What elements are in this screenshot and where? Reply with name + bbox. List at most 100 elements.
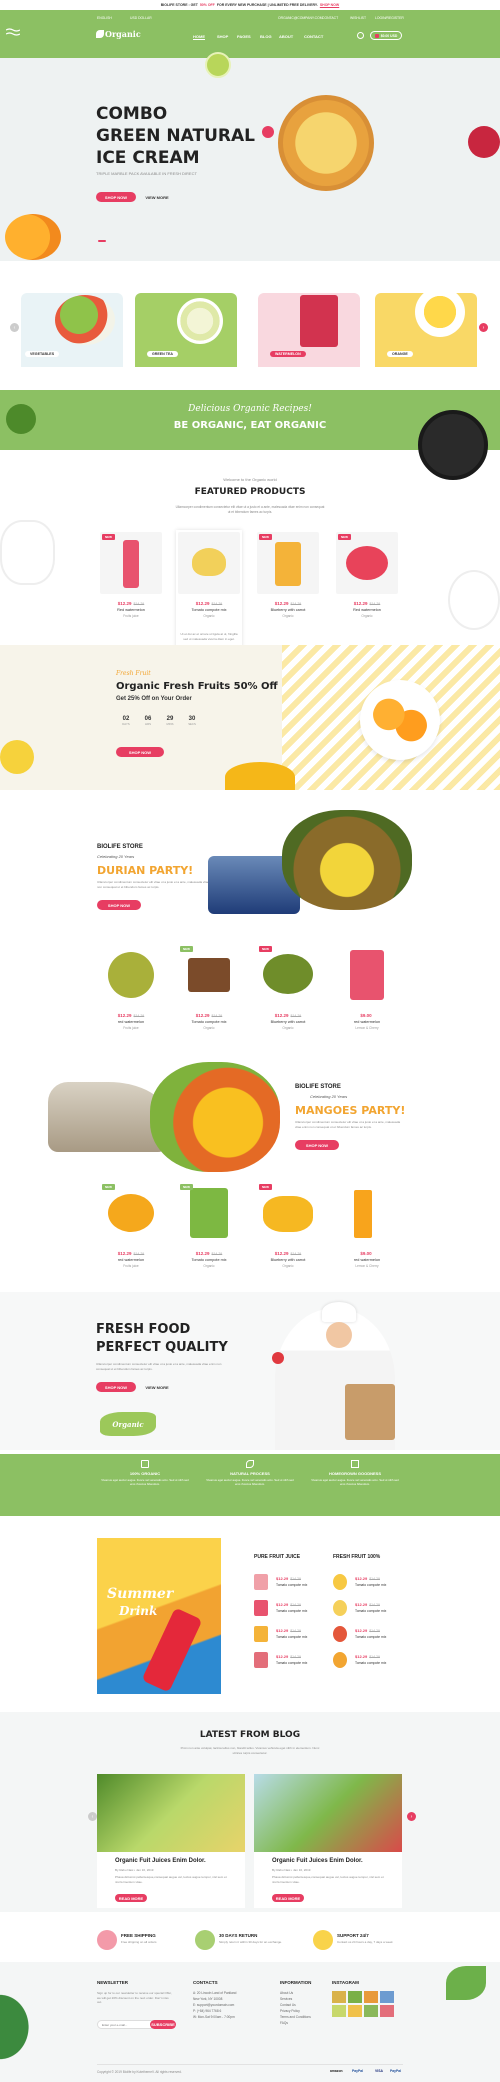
category-next-arrow[interactable]: › [479,323,488,332]
juice-item-name: Tomato compote mix [276,1635,308,1639]
mango-shop-button[interactable]: SHOP NOW [295,1140,339,1150]
product-card[interactable]: NEW $12.29 $14.29 Blueberry with carrot O… [255,942,321,1064]
product-card[interactable]: NEW $12.29 $14.29 Blueberry with carrot O… [255,1180,321,1302]
chef-grocery-bag [345,1384,395,1440]
fruit-item[interactable]: $12.29 $14.29 Tomato compote mix [333,1572,421,1592]
topbar-email[interactable]: ORGANIC@COMPANY.COM [278,16,323,20]
info-services[interactable]: Services [280,1997,292,2001]
announce-shop-link[interactable]: SHOP NOW [320,3,339,7]
product-name[interactable]: Red watermelon [334,608,400,612]
instagram-photo[interactable] [332,1991,346,2003]
hero-shop-button[interactable]: SHOP NOW [96,192,136,202]
service-title: FREE SHIPPING [121,1933,156,1938]
featured-desc: Ullamcorper condimentum consectetur elit… [175,505,325,514]
juice-banner[interactable]: Summer Drink [97,1538,221,1694]
nav-shop[interactable]: SHOP [217,34,228,39]
newsletter-subscribe-button[interactable]: SUBSCRIBE [150,2020,176,2029]
product-card[interactable]: NEW $12.29 $14.29 Red watermelon Organic [334,530,400,652]
fruit-item[interactable]: $12.29 $14.29 Tomato compote mix [333,1650,421,1670]
menu-toggle-icon[interactable] [5,28,21,36]
instagram-photo[interactable] [380,1991,394,2003]
product-card[interactable]: $12.29 $14.29 red watermelon Fruits juice [98,942,164,1064]
juice-item[interactable]: $12.29 $14.29 Tomato compote mix [254,1572,342,1592]
product-name[interactable]: red watermelon [334,1020,400,1024]
nav-contact[interactable]: CONTACT [304,34,323,39]
instagram-photo[interactable] [364,2005,378,2017]
blog-read-more[interactable]: READ MORE [272,1894,304,1902]
fruit-item[interactable]: $12.29 $14.29 Tomato compote mix [333,1624,421,1644]
instagram-photo[interactable] [348,1991,362,2003]
fresh-shop-button[interactable]: SHOP NOW [96,1382,136,1392]
product-name[interactable]: Blueberry with carrot [255,608,321,612]
product-card[interactable]: NEW $12.29 $14.29 Tomato compote mix Orga… [176,1180,242,1302]
topbar-language[interactable]: ENGLISH [97,16,112,20]
product-card[interactable]: $9.00 red watermelon Lemon & Cherry [334,1180,400,1302]
category-card-orange[interactable]: ORANGE [375,287,477,367]
search-icon[interactable] [357,32,364,39]
newsletter-desc: Sign up for to our newsletter to receive… [97,1991,172,2004]
blog-next-arrow[interactable]: › [407,1812,416,1821]
juice-item[interactable]: $12.29 $14.29 Tomato compote mix [254,1624,342,1644]
blog-card[interactable]: Organic Fuit Juices Enim Dolor. By Rabu … [254,1774,402,1908]
product-name[interactable]: red watermelon [98,1258,164,1262]
fresh-view-button[interactable]: VIEW MORE [140,1382,174,1392]
product-card[interactable]: NEW $12.29 $14.29 Blueberry with carrot O… [255,530,321,652]
contact-phone[interactable]: P: (+84) 964 7768 6 [193,2009,221,2013]
category-card-vegetables[interactable]: VEGETABLES [21,293,123,367]
info-title: INFORMATION [280,1980,312,1985]
product-name[interactable]: red watermelon [334,1258,400,1262]
category-card-green-tea[interactable]: GREEN TEA [135,293,237,367]
contact-email[interactable]: E: support@yourdomain.com [193,2003,234,2007]
topbar-login[interactable]: LOGIN/REGISTER [375,16,404,20]
promo-shop-button[interactable]: SHOP NOW [116,747,164,757]
category-card-watermelon[interactable]: WATERMELON [258,293,360,367]
product-name[interactable]: Tomato compote mix [176,1258,242,1262]
product-name[interactable]: Blueberry with carrot [255,1020,321,1024]
product-name[interactable]: Tomato compote mix [176,1020,242,1024]
product-name[interactable]: red watermelon [98,1020,164,1024]
nav-pages[interactable]: PAGES [237,34,251,39]
nav-home[interactable]: HOME [193,34,205,40]
info-contact[interactable]: Contact Us [280,2003,296,2007]
durian-shop-button[interactable]: SHOP NOW [97,900,141,910]
info-faqs[interactable]: FAQs [280,2021,288,2025]
blog-post-title[interactable]: Organic Fuit Juices Enim Dolor. [115,1858,206,1864]
service-support: SUPPORT 24/7 Contact us 24 hours a day, … [313,1930,423,1950]
product-card[interactable]: NEW $12.29 $14.29 red watermelon Fruits j… [98,1180,164,1302]
nav-about[interactable]: ABOUT [279,34,293,39]
blog-post-title[interactable]: Organic Fuit Juices Enim Dolor. [272,1858,363,1864]
product-card[interactable]: NEW $12.29 $14.29 Tomato compote mix Orga… [176,942,242,1064]
topbar-contact[interactable]: CONTACT [322,16,338,20]
product-name[interactable]: Tomato compote mix [176,608,242,612]
hero-slide-indicator[interactable] [98,240,106,242]
topbar-currency[interactable]: USD DOLLAR [130,16,152,20]
cart-button[interactable]: $0.00 USD [370,31,402,40]
info-privacy[interactable]: Privacy Policy [280,2009,300,2013]
countdown-label: MINS [166,722,174,726]
info-terms[interactable]: Terms and Conditions [280,2015,311,2019]
product-card[interactable]: NEW $12.29 $14.29 Red watermelon Fruits j… [98,530,164,652]
product-card[interactable]: $9.00 red watermelon Lemon & Cherry [334,942,400,1064]
juice-item-price: $12.29 $14.29 [276,1628,301,1633]
blog-read-more[interactable]: READ MORE [115,1894,147,1902]
instagram-photo[interactable] [364,1991,378,2003]
juice-item[interactable]: $12.29 $14.29 Tomato compote mix [254,1598,342,1618]
juice-item-price: $12.29 $14.29 [276,1602,301,1607]
juice-item[interactable]: $12.29 $14.29 Tomato compote mix [254,1650,342,1670]
topbar-wishlist[interactable]: WISHLIST [350,16,366,20]
nav-blog[interactable]: BLOG [260,34,272,39]
hero-view-button[interactable]: VIEW MORE [140,192,174,202]
product-name[interactable]: Blueberry with carrot [255,1258,321,1262]
instagram-photo[interactable] [348,2005,362,2017]
instagram-photo[interactable] [380,2005,394,2017]
instagram-photo[interactable] [332,2005,346,2017]
info-about[interactable]: About Us [280,1991,293,1995]
newsletter-email-input[interactable] [97,2020,155,2029]
product-name[interactable]: Red watermelon [98,608,164,612]
fruit-item[interactable]: $12.29 $14.29 Tomato compote mix [333,1598,421,1618]
logo[interactable]: Organic [96,28,141,40]
category-prev-arrow[interactable]: ‹ [10,323,19,332]
home-icon [351,1460,359,1468]
blog-prev-arrow[interactable]: ‹ [88,1812,97,1821]
blog-card[interactable]: Organic Fuit Juices Enim Dolor. By Rabu … [97,1774,245,1908]
